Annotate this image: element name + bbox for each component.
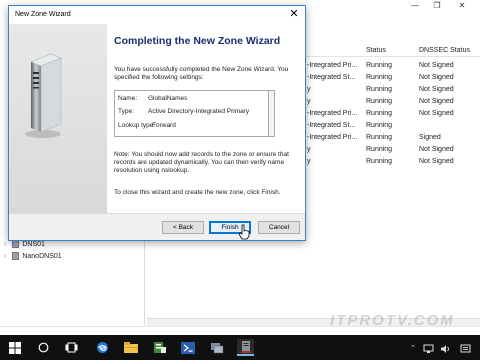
setting-row: Type: Active Directory-Integrated Primary xyxy=(118,108,250,115)
wizard-title: New Zone Wizard xyxy=(15,11,71,18)
taskbar: ⌃ xyxy=(0,335,480,360)
notifications-icon[interactable] xyxy=(457,340,474,357)
wizard-intro-text: You have successfully completed the New … xyxy=(114,66,289,81)
minimize-button[interactable]: — xyxy=(404,0,426,12)
file-explorer-icon[interactable] xyxy=(122,339,139,356)
back-button[interactable]: < Back xyxy=(162,221,204,234)
close-window-button[interactable]: ✕ xyxy=(451,0,473,12)
settings-summary-box[interactable]: Name: GlobalNames Type: Active Directory-I… xyxy=(114,90,269,137)
watermark: ITPROTV.COM xyxy=(330,312,455,329)
wizard-side-panel xyxy=(9,24,107,213)
wizard-titlebar[interactable]: New Zone Wizard ✕ xyxy=(9,6,305,24)
tray-chevron-icon[interactable]: ⌃ xyxy=(410,344,416,352)
network-icon[interactable] xyxy=(420,340,437,357)
server-manager-icon[interactable] xyxy=(151,339,168,356)
tree-item-nanodns01[interactable]: › NanoDNS01 xyxy=(4,252,62,263)
column-status[interactable]: Status xyxy=(366,47,386,54)
column-dnssec-status[interactable]: DNSSEC Status xyxy=(419,47,470,54)
server-icon xyxy=(12,252,20,260)
wizard-finish-text: To close this wizard and create the new … xyxy=(114,189,281,196)
edge-browser-icon[interactable] xyxy=(94,339,111,356)
tree-item-dns01[interactable]: › DNS01 xyxy=(4,240,45,251)
dns-manager-taskbar-icon[interactable] xyxy=(237,339,254,356)
volume-icon[interactable] xyxy=(437,340,454,357)
restore-button[interactable]: ❐ xyxy=(426,0,448,12)
powershell-icon[interactable] xyxy=(179,339,196,356)
wizard-footer: < Back Finish Cancel xyxy=(9,213,305,240)
close-icon[interactable]: ✕ xyxy=(287,8,301,22)
settings-scrollbar[interactable] xyxy=(269,90,275,137)
network-tools-icon[interactable] xyxy=(208,339,225,356)
wizard-body: Completing the New Zone Wizard You have … xyxy=(107,24,305,213)
setting-row: Name: GlobalNames xyxy=(118,95,188,102)
task-view-icon[interactable] xyxy=(63,339,80,356)
setting-row: Lookup type:Forward xyxy=(118,122,176,129)
new-zone-wizard-dialog: New Zone Wizard ✕ Completing the New Zon… xyxy=(8,5,306,241)
server-tower-icon xyxy=(25,53,62,138)
cancel-button[interactable]: Cancel xyxy=(258,221,300,234)
hand-cursor-icon xyxy=(238,224,250,240)
start-windows-icon[interactable] xyxy=(6,339,23,356)
server-icon xyxy=(12,240,20,248)
wizard-note-text: Note: You should now add records to the … xyxy=(114,151,289,174)
search-cortana-icon[interactable] xyxy=(35,339,52,356)
wizard-heading: Completing the New Zone Wizard xyxy=(114,35,281,47)
